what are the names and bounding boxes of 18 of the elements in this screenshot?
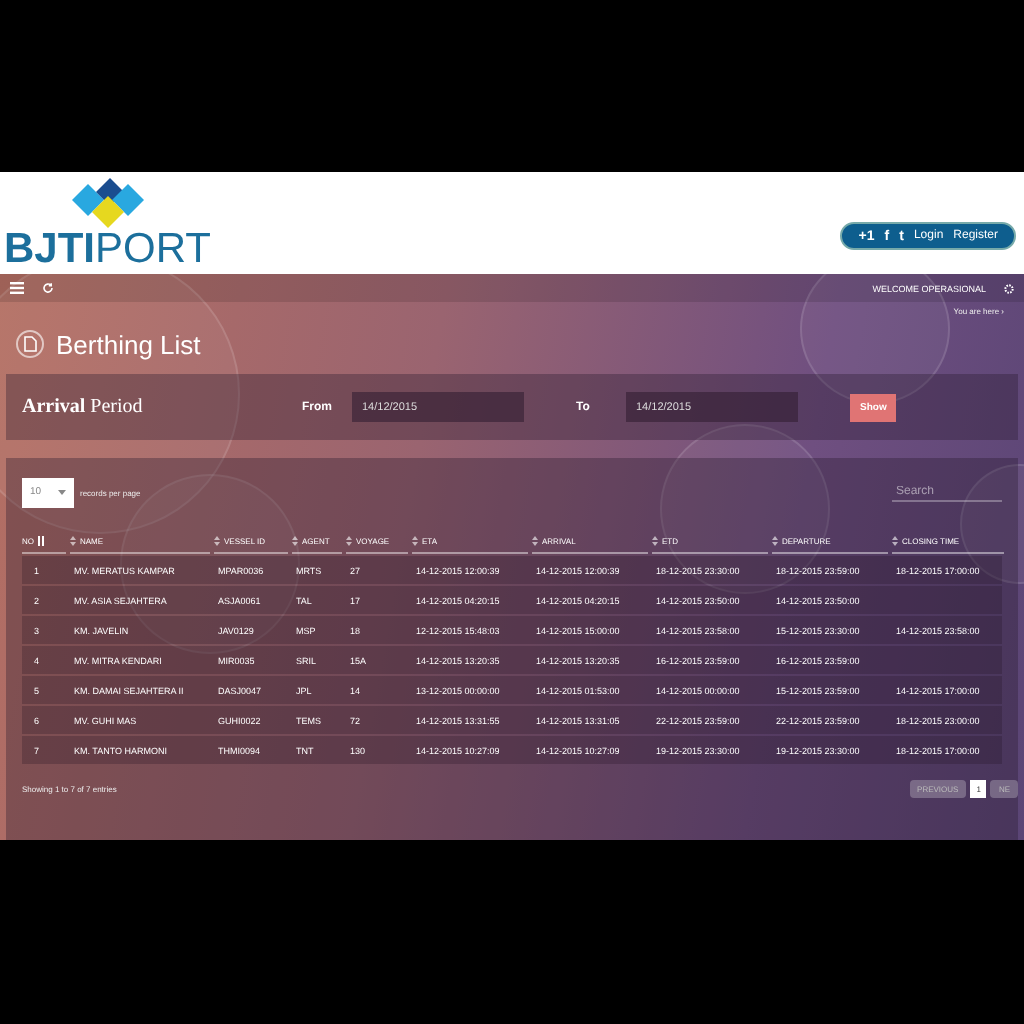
sort-icon xyxy=(38,536,44,546)
logo-text: BJTIPORT xyxy=(4,228,211,270)
period-title: Arrival Period xyxy=(22,396,145,418)
sort-icon xyxy=(346,536,352,546)
logo-icon xyxy=(67,172,148,228)
page-title: Berthing List xyxy=(56,329,201,359)
sort-icon xyxy=(214,536,220,546)
sort-icon xyxy=(292,536,298,546)
refresh-icon[interactable] xyxy=(42,282,54,294)
sort-icon xyxy=(772,536,778,546)
sort-icon xyxy=(532,536,538,546)
document-icon xyxy=(16,330,44,358)
caret-icon xyxy=(58,488,66,496)
sort-icon xyxy=(70,536,76,546)
sort-icon xyxy=(892,536,898,546)
settings-icon[interactable] xyxy=(1004,283,1014,293)
menu-icon[interactable] xyxy=(10,282,24,294)
sort-icon xyxy=(412,536,418,546)
